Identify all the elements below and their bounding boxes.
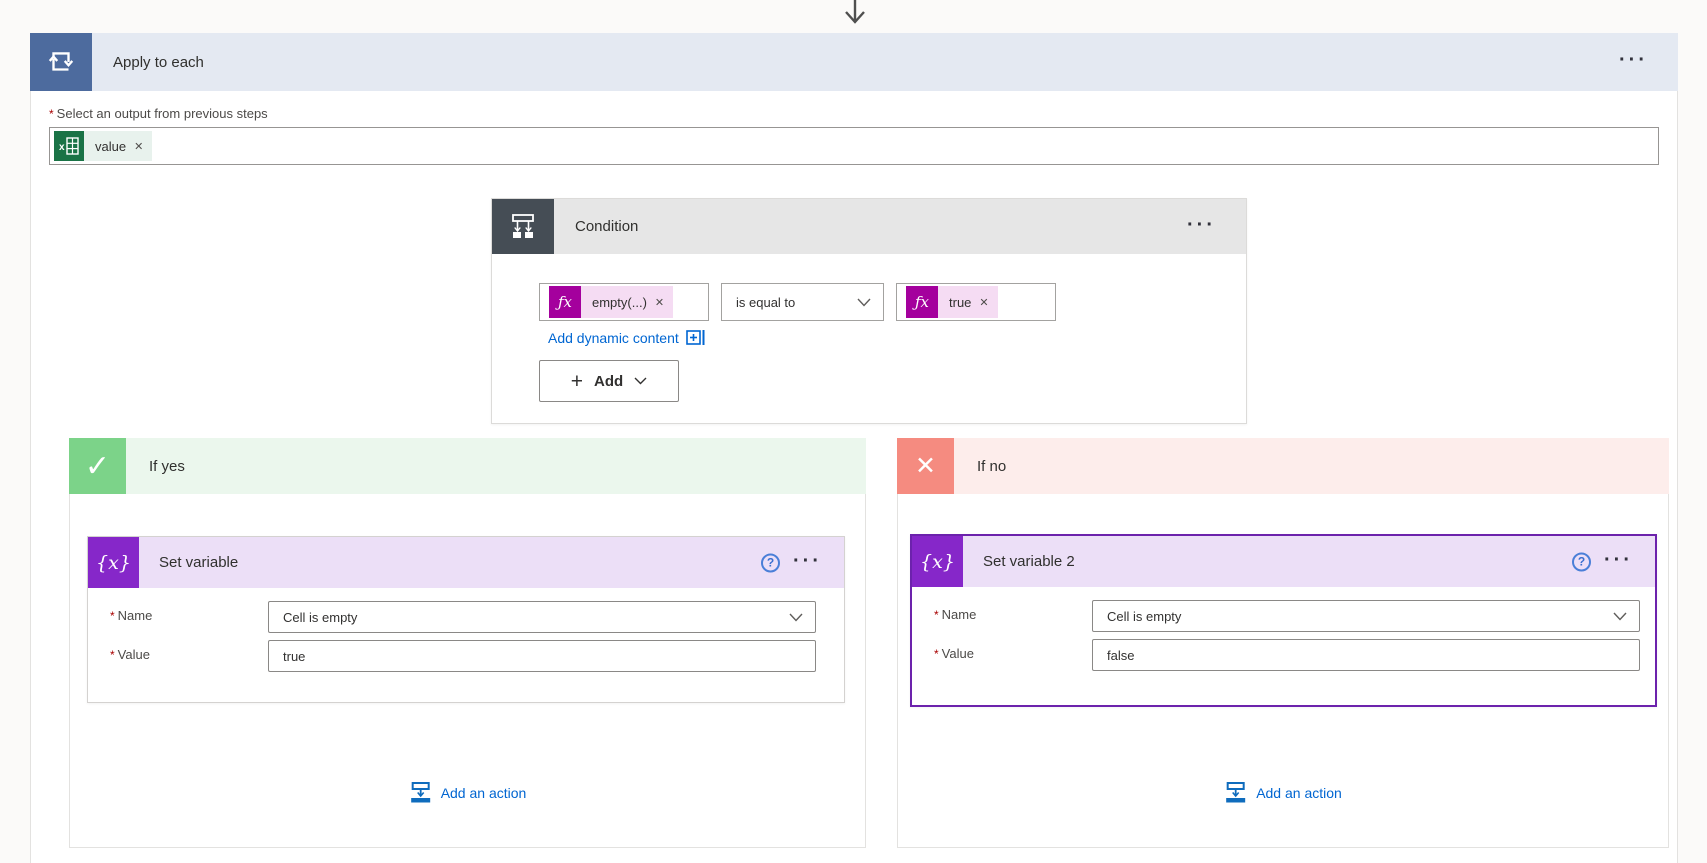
condition-add-button[interactable]: + Add: [539, 360, 679, 402]
apply-to-each-loop-icon: [30, 33, 92, 91]
help-icon[interactable]: ?: [761, 553, 780, 572]
condition-title: Condition: [575, 218, 638, 235]
fx-icon: ƒx: [906, 286, 938, 318]
name-field-label: *Name: [934, 607, 976, 622]
name-dropdown[interactable]: Cell is empty: [1092, 600, 1640, 632]
apply-to-each-output-input[interactable]: x value ✕: [49, 127, 1659, 165]
value-field-label: *Value: [110, 647, 150, 662]
value-token-close-icon[interactable]: ✕: [131, 140, 152, 153]
if-yes-branch: ✓ If yes {x} Set variable ? ··· *Name Ce…: [69, 438, 866, 848]
condition-more-icon[interactable]: ···: [1181, 210, 1222, 238]
expression-close-icon[interactable]: ✕: [652, 296, 673, 309]
if-no-title: If no: [977, 458, 1006, 475]
set-variable-title: Set variable: [159, 554, 238, 571]
required-marker: *: [49, 107, 54, 121]
required-marker: *: [934, 608, 939, 622]
name-field-label: *Name: [110, 608, 152, 623]
condition-right-operand-field[interactable]: ƒx true ✕: [896, 283, 1056, 321]
expression-close-icon[interactable]: ✕: [976, 296, 997, 309]
condition-operator-value: is equal to: [736, 295, 795, 310]
value-value: false: [1107, 648, 1134, 663]
add-action-icon: [1224, 782, 1247, 803]
excel-icon: x: [54, 131, 84, 161]
expression-label: true: [938, 295, 976, 310]
chevron-down-icon: [1613, 612, 1627, 621]
value-value: true: [283, 649, 305, 664]
chevron-down-icon: [634, 377, 647, 385]
add-button-label: Add: [594, 373, 623, 390]
connector-arrow-icon: [842, 0, 868, 32]
required-marker: *: [110, 609, 115, 623]
value-input[interactable]: false: [1092, 639, 1640, 671]
set-variable-2-title: Set variable 2: [983, 553, 1075, 570]
dynamic-content-icon: [686, 330, 706, 346]
cross-icon: ✕: [897, 438, 954, 494]
value-token-label: value: [84, 139, 131, 154]
help-icon[interactable]: ?: [1572, 552, 1591, 571]
add-action-label: Add an action: [1256, 785, 1342, 801]
add-action-label: Add an action: [441, 785, 527, 801]
expression-label: empty(...): [581, 295, 652, 310]
apply-to-each-more-icon[interactable]: ···: [1613, 46, 1654, 74]
set-variable-2-card-selected: {x} Set variable 2 ? ··· *Name Cell is e…: [910, 534, 1657, 707]
apply-to-each-param-label: *Select an output from previous steps: [49, 106, 268, 121]
condition-operator-dropdown[interactable]: is equal to: [721, 283, 884, 321]
set-variable-header[interactable]: {x} Set variable ? ···: [88, 537, 844, 588]
if-no-header: ✕ If no: [897, 438, 1669, 494]
variable-icon: {x}: [912, 536, 963, 587]
name-value: Cell is empty: [283, 610, 357, 625]
apply-to-each-title: Apply to each: [113, 54, 204, 71]
svg-text:x: x: [59, 142, 65, 153]
variable-icon: {x}: [88, 537, 139, 588]
plus-icon: +: [571, 371, 583, 392]
checkmark-icon: ✓: [69, 438, 126, 494]
apply-to-each-header[interactable]: Apply to each ···: [30, 33, 1678, 91]
expression-token-right[interactable]: ƒx true ✕: [906, 286, 998, 318]
value-field-label: *Value: [934, 646, 974, 661]
chevron-down-icon: [857, 298, 871, 307]
set-variable-2-header[interactable]: {x} Set variable 2 ? ···: [912, 536, 1655, 587]
name-value: Cell is empty: [1107, 609, 1181, 624]
required-marker: *: [934, 647, 939, 661]
set-variable-card: {x} Set variable ? ··· *Name Cell is emp…: [87, 536, 845, 703]
flow-designer-canvas: Apply to each ··· *Select an output from…: [0, 0, 1707, 863]
if-yes-title: If yes: [149, 458, 185, 475]
if-yes-add-action-link[interactable]: Add an action: [409, 782, 527, 803]
fx-icon: ƒx: [549, 286, 581, 318]
condition-card: Condition ··· ƒx empty(...) ✕ is equal t…: [491, 198, 1247, 424]
condition-header[interactable]: Condition ···: [492, 199, 1246, 254]
value-input[interactable]: true: [268, 640, 816, 672]
add-dynamic-content-link[interactable]: Add dynamic content: [548, 330, 706, 346]
name-dropdown[interactable]: Cell is empty: [268, 601, 816, 633]
if-no-add-action-link[interactable]: Add an action: [1224, 782, 1342, 803]
if-yes-header: ✓ If yes: [69, 438, 866, 494]
expression-token-left[interactable]: ƒx empty(...) ✕: [549, 286, 673, 318]
chevron-down-icon: [789, 613, 803, 622]
condition-branch-icon: [492, 199, 554, 254]
apply-to-each-card: Apply to each ··· *Select an output from…: [30, 33, 1678, 863]
value-token[interactable]: x value ✕: [54, 131, 152, 161]
if-no-branch: ✕ If no {x} Set variable 2 ? ··· *Name C…: [897, 438, 1669, 848]
set-variable-more-icon[interactable]: ···: [787, 546, 828, 574]
set-variable-2-more-icon[interactable]: ···: [1598, 545, 1639, 573]
add-action-icon: [409, 782, 432, 803]
add-dynamic-content-label: Add dynamic content: [548, 330, 679, 346]
required-marker: *: [110, 648, 115, 662]
condition-left-operand-field[interactable]: ƒx empty(...) ✕: [539, 283, 709, 321]
